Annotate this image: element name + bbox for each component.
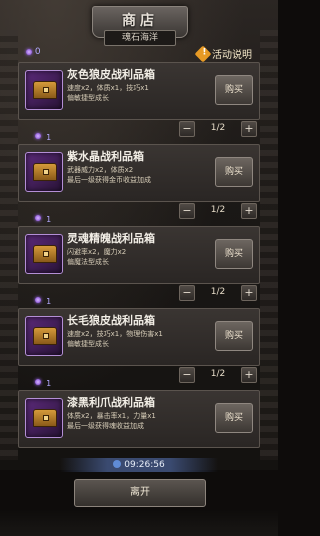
frame-right-border [260, 30, 278, 460]
bottom-bar [0, 510, 278, 536]
chest-thumbnail [25, 152, 63, 192]
item-desc-line: 体质x2，暴击率x1，力量x1 [67, 412, 156, 420]
shop-item: 灰色狼皮战利品箱 速度x2，体质x1，技巧x1 偏敏捷型成长 购买 1 − 1/… [18, 62, 260, 142]
item-description: 速度x2，体质x1，技巧x1 偏敏捷型成长 [67, 83, 149, 103]
clock-icon [113, 460, 122, 468]
item-price: 1 [46, 215, 52, 224]
item-name: 紫水晶战利品箱 [67, 150, 144, 163]
item-desc-line: 速度x2，体质x1，技巧x1 [67, 84, 149, 92]
item-desc-line: 闪避率x2，魔力x2 [67, 248, 127, 256]
chest-thumbnail [25, 70, 63, 110]
leave-button[interactable]: 离开 [74, 479, 206, 507]
item-desc-line: 最后一级获得魂收益加成 [67, 422, 144, 430]
shop-item: 长毛狼皮战利品箱 速度x2，技巧x1，物理伤害x1 偏敏捷型成长 购买 1 − … [18, 308, 260, 388]
activity-info-label: 活动说明 [212, 50, 252, 61]
quantity-increase-button[interactable]: + [241, 121, 257, 137]
item-desc-line: 偏魔法型成长 [67, 258, 109, 266]
buy-button[interactable]: 购买 [215, 239, 253, 269]
shop-item: 紫水晶战利品箱 武器威力x2，体质x2 最后一级获得金币收益加成 购买 1 − … [18, 144, 260, 224]
shop-item: 漆黑利爪战利品箱 体质x2，暴击率x1，力量x1 最后一级获得魂收益加成 购买 [18, 390, 260, 448]
quantity-increase-button[interactable]: + [241, 285, 257, 301]
item-desc-line: 最后一级获得金币收益加成 [67, 176, 151, 184]
shop-panel: 商店 魂石海洋 0 活动说明 灰色狼皮战利品箱 速度x2，体质x1，技巧x1 偏… [0, 0, 278, 472]
quantity-decrease-button[interactable]: − [179, 367, 195, 383]
page-title: 商店 [122, 13, 158, 29]
purple-gem-icon [35, 296, 41, 303]
quantity-value: 1/2 [210, 205, 226, 215]
shop-subtitle: 魂石海洋 [104, 30, 176, 46]
quantity-increase-button[interactable]: + [241, 203, 257, 219]
item-price: 1 [46, 297, 52, 306]
price-gem: 1 [35, 125, 51, 144]
quantity-row: 1 − 1/2 + [19, 202, 261, 224]
item-name: 长毛狼皮战利品箱 [67, 314, 155, 327]
quantity-value: 1/2 [210, 369, 226, 379]
item-name: 漆黑利爪战利品箱 [67, 396, 155, 409]
chest-icon [33, 163, 57, 181]
item-name: 灰色狼皮战利品箱 [67, 68, 155, 81]
item-description: 武器威力x2，体质x2 最后一级获得金币收益加成 [67, 165, 151, 185]
price-gem: 1 [35, 371, 51, 390]
chest-icon [33, 409, 57, 427]
quantity-increase-button[interactable]: + [241, 367, 257, 383]
quantity-decrease-button[interactable]: − [179, 121, 195, 137]
quantity-decrease-button[interactable]: − [179, 285, 195, 301]
currency-display: 0 [26, 47, 41, 57]
item-desc-line: 速度x2，技巧x1，物理伤害x1 [67, 330, 163, 338]
item-desc-line: 偏敏捷型成长 [67, 94, 109, 102]
item-desc-line: 偏敏捷型成长 [67, 340, 109, 348]
item-description: 速度x2，技巧x1，物理伤害x1 偏敏捷型成长 [67, 329, 163, 349]
shop-item: 灵魂精魄战利品箱 闪避率x2，魔力x2 偏魔法型成长 购买 1 − 1/2 + [18, 226, 260, 306]
quantity-row: 1 − 1/2 + [19, 284, 261, 306]
chest-thumbnail [25, 234, 63, 274]
buy-button[interactable]: 购买 [215, 403, 253, 433]
chest-icon [33, 327, 57, 345]
currency-amount: 0 [34, 47, 41, 57]
item-name: 灵魂精魄战利品箱 [67, 232, 155, 245]
buy-button[interactable]: 购买 [215, 321, 253, 351]
timer-text: 09:26:56 [124, 460, 165, 470]
purple-gem-icon [35, 214, 41, 221]
purple-gem-icon [26, 48, 32, 55]
item-price: 1 [46, 379, 52, 388]
buy-button[interactable]: 购买 [215, 157, 253, 187]
purple-gem-icon [35, 132, 41, 139]
item-description: 闪避率x2，魔力x2 偏魔法型成长 [67, 247, 126, 267]
item-price: 1 [46, 133, 52, 142]
chest-icon [33, 245, 57, 263]
quantity-decrease-button[interactable]: − [179, 203, 195, 219]
purple-gem-icon [35, 378, 41, 385]
chest-thumbnail [25, 316, 63, 356]
price-gem: 1 [35, 207, 51, 226]
activity-info-button[interactable]: 活动说明 [194, 45, 252, 62]
info-diamond-icon [194, 45, 212, 62]
quantity-row: 1 − 1/2 + [19, 120, 261, 142]
timer-bar: 09:26:56 [60, 458, 218, 472]
frame-left-border [0, 30, 18, 460]
shop-item-list: 灰色狼皮战利品箱 速度x2，体质x1，技巧x1 偏敏捷型成长 购买 1 − 1/… [18, 62, 260, 472]
quantity-value: 1/2 [210, 123, 226, 133]
item-description: 体质x2，暴击率x1，力量x1 最后一级获得魂收益加成 [67, 411, 156, 431]
price-gem: 1 [35, 289, 51, 308]
item-desc-line: 武器威力x2，体质x2 [67, 166, 134, 174]
chest-thumbnail [25, 398, 63, 438]
chest-icon [33, 81, 57, 99]
quantity-value: 1/2 [210, 287, 226, 297]
quantity-row: 1 − 1/2 + [19, 366, 261, 388]
buy-button[interactable]: 购买 [215, 75, 253, 105]
